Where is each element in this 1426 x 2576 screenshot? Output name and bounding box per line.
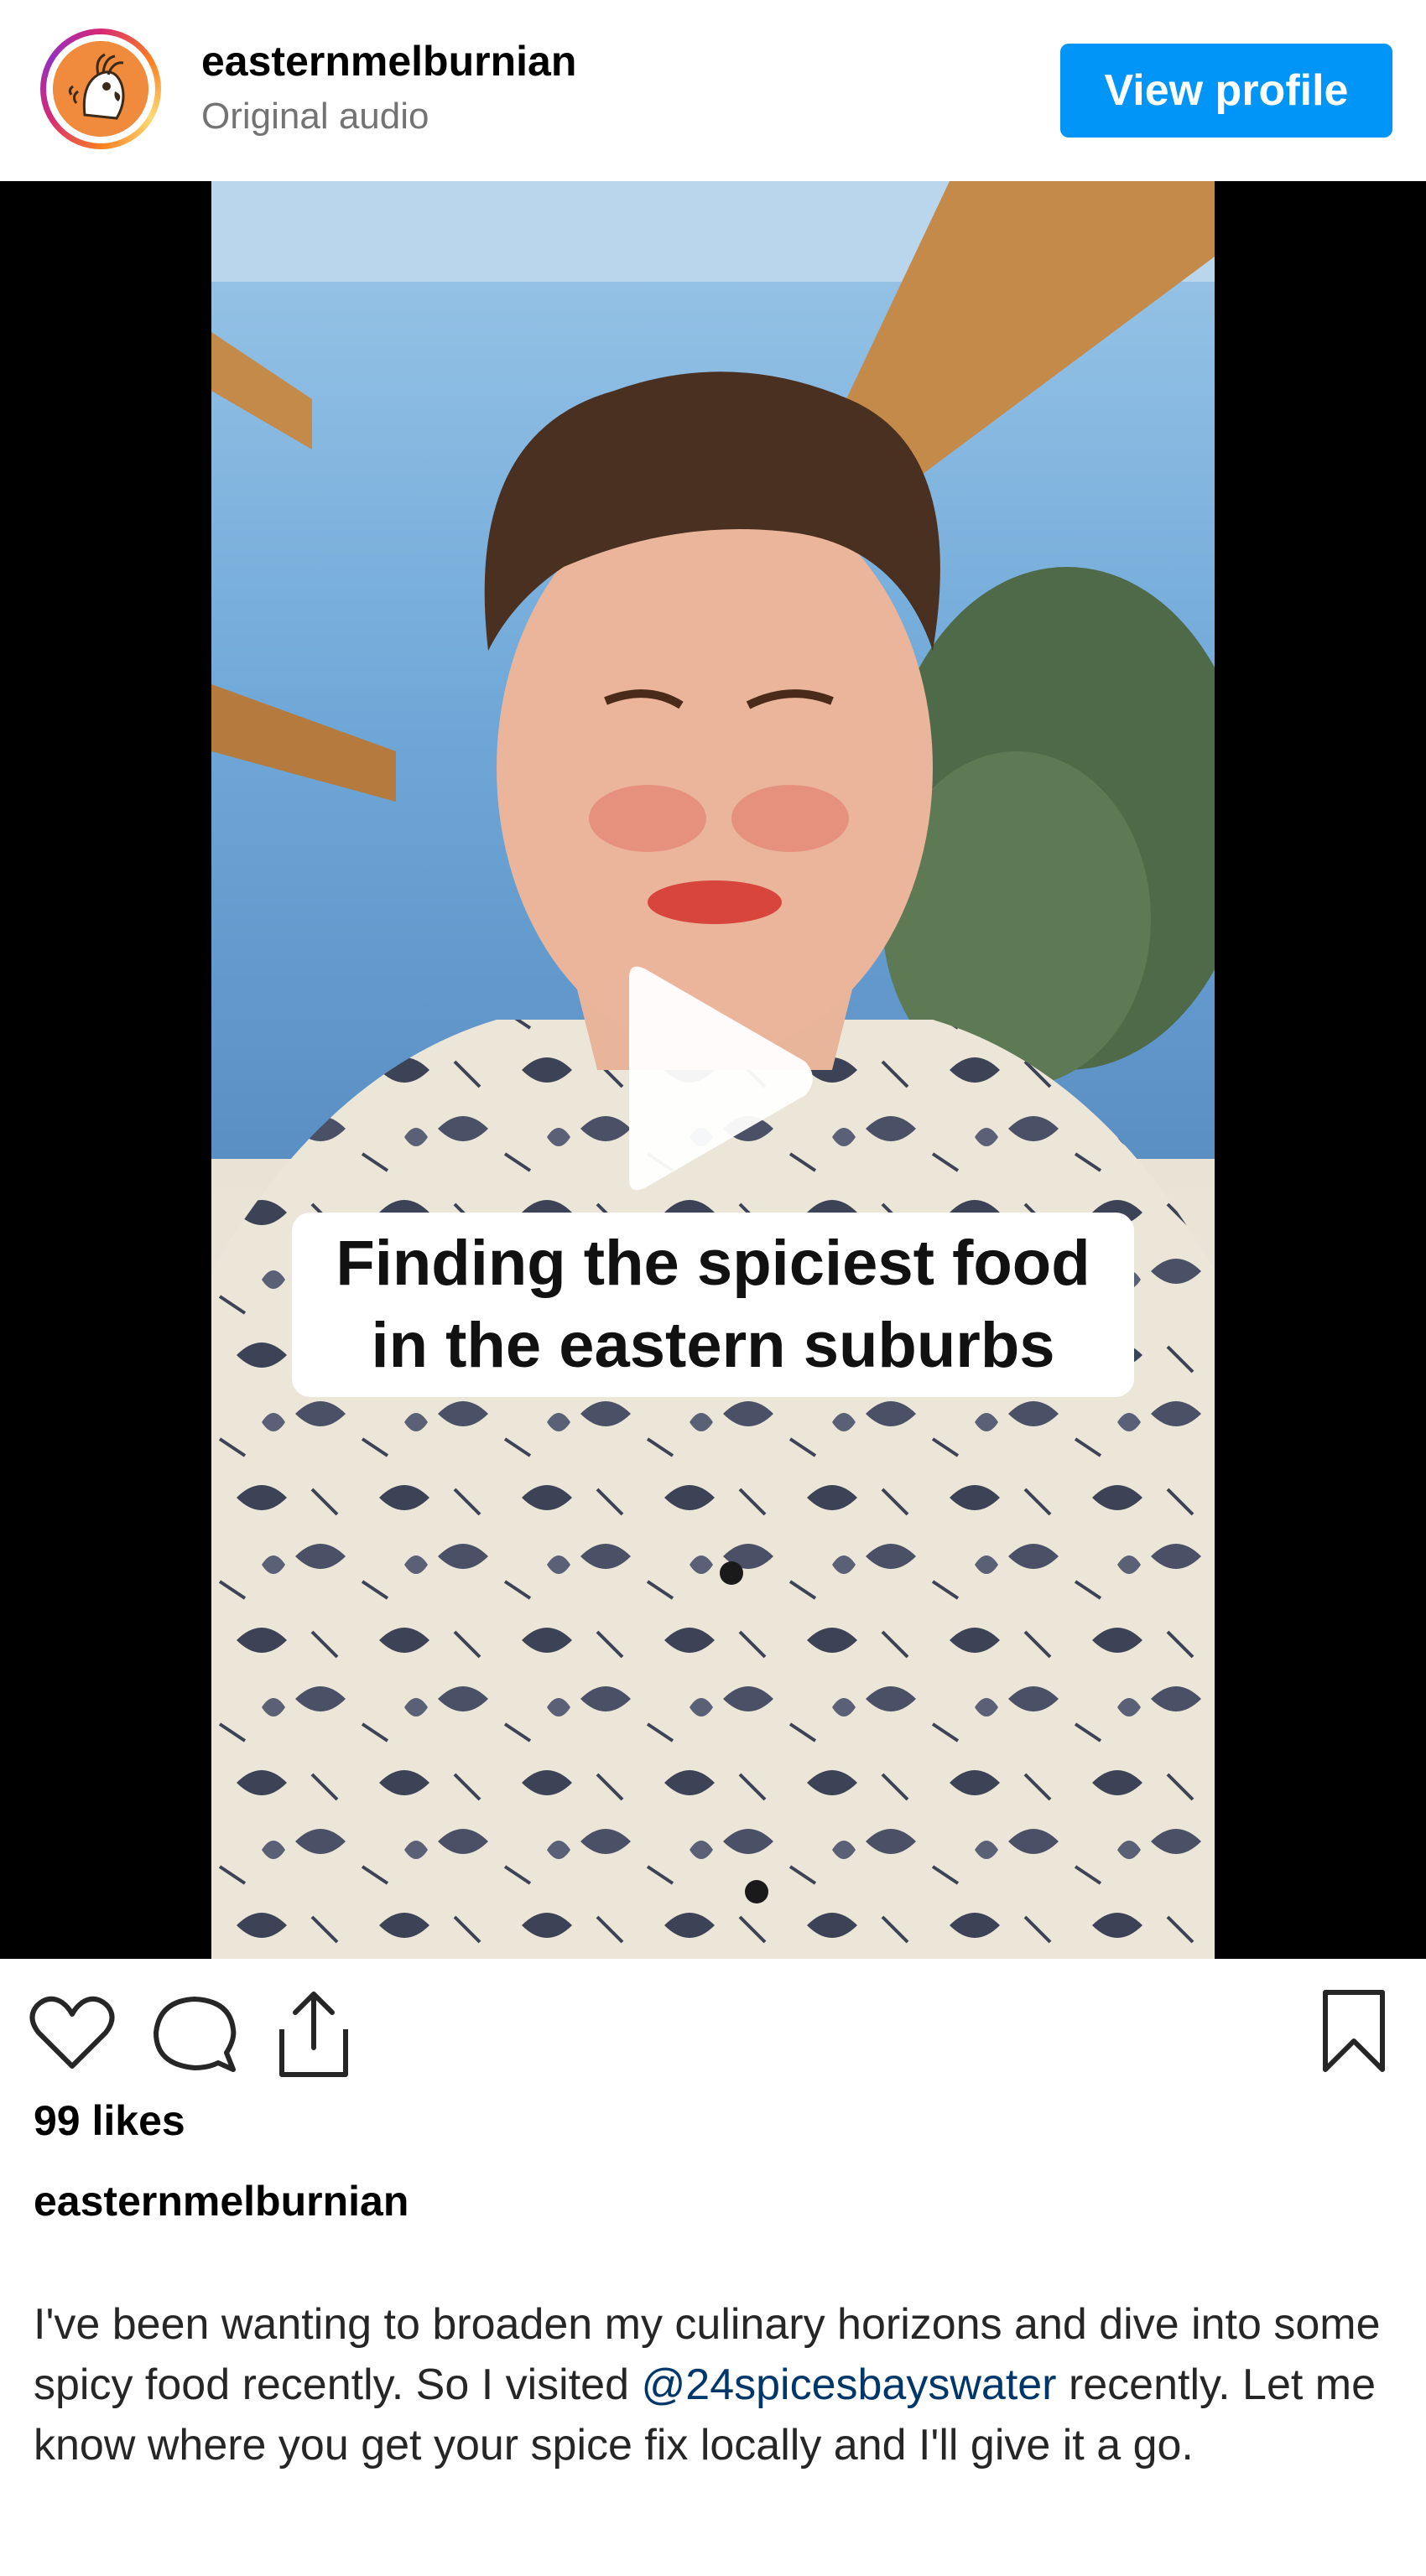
- share-icon[interactable]: [273, 1987, 354, 2084]
- video-text-overlay: Finding the spiciest food in the eastern…: [292, 1213, 1134, 1397]
- avatar[interactable]: [40, 29, 161, 149]
- caption-username[interactable]: easternmelburnian: [34, 2177, 409, 2225]
- bookmark-icon[interactable]: [1319, 1987, 1389, 2079]
- heart-icon[interactable]: [29, 1992, 116, 2077]
- play-icon[interactable]: [604, 953, 822, 1204]
- overlay-line-2: in the eastern suburbs: [371, 1310, 1055, 1381]
- post-header: easternmelburnian Original audio View pr…: [0, 0, 1426, 181]
- likes-count[interactable]: 99 likes: [34, 2096, 185, 2145]
- header-username[interactable]: easternmelburnian: [201, 37, 576, 86]
- cockatoo-logo-icon: [53, 41, 148, 137]
- overlay-line-1: Finding the spiciest food: [336, 1228, 1090, 1299]
- video-player[interactable]: Finding the spiciest food in the eastern…: [0, 181, 1426, 1959]
- view-profile-button[interactable]: View profile: [1060, 44, 1392, 138]
- mention-link[interactable]: @24spicesbayswater: [641, 2360, 1056, 2409]
- comment-icon[interactable]: [151, 1992, 238, 2080]
- action-bar: [0, 1959, 1426, 2093]
- audio-label[interactable]: Original audio: [201, 96, 429, 138]
- caption-text: I've been wanting to broaden my culinary…: [34, 2294, 1401, 2475]
